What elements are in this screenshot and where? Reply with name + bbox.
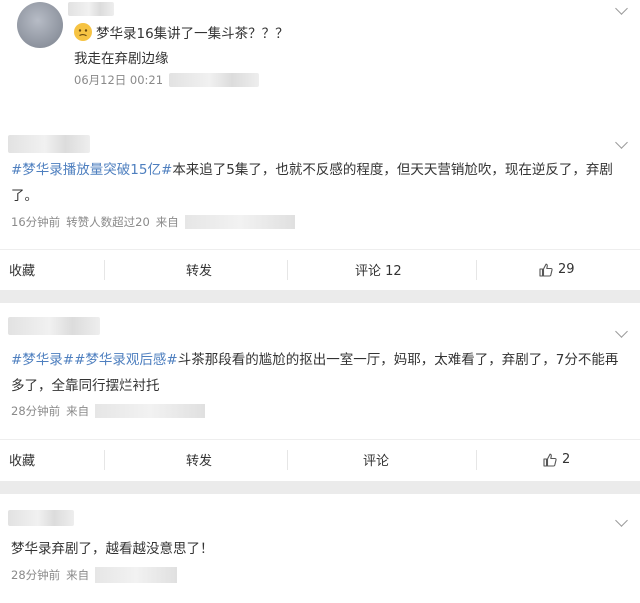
comment-time: 28分钟前 — [11, 568, 61, 582]
post-line-2: 我走在弃剧边缘 — [74, 51, 169, 67]
like-button[interactable]: 2 — [542, 452, 570, 468]
repost-button[interactable]: 转发 — [186, 260, 212, 279]
divider — [104, 260, 105, 280]
comment-card-2: #梦华录##梦华录观后感#斗茶那段看的尴尬的抠出一室一厅，妈耶，太难看了，弃剧了… — [0, 303, 640, 481]
source-blurred — [95, 404, 206, 418]
comment-card-3: 梦华录弃剧了，越看越没意思了！ 28分钟前 来自 — [0, 494, 640, 603]
source-blurred — [95, 567, 178, 583]
divider — [476, 260, 477, 280]
repost-button[interactable]: 转发 — [186, 450, 212, 469]
comment-button[interactable]: 评论 12 — [355, 260, 402, 279]
thumbs-up-icon — [539, 263, 553, 277]
divider — [476, 450, 477, 470]
favorite-button[interactable]: 收藏 — [9, 260, 35, 279]
like-button[interactable]: 29 — [538, 262, 575, 278]
avatar[interactable] — [17, 2, 63, 48]
comment-label: 评论 — [363, 454, 390, 469]
favorite-label: 收藏 — [9, 454, 36, 469]
hashtag-link[interactable]: #梦华录##梦华录观后感# — [11, 352, 178, 368]
comment-time: 28分钟前 — [11, 404, 61, 418]
chevron-down-icon[interactable] — [615, 136, 628, 149]
repost-label: 转发 — [186, 264, 213, 279]
chevron-down-icon[interactable] — [615, 2, 628, 15]
source-blurred — [184, 215, 295, 229]
comment-meta: 16分钟前 转赞人数超过20 来自 — [11, 214, 301, 230]
divider — [104, 450, 105, 470]
comment-text: 梦华录弃剧了，越看越没意思了！ — [11, 541, 214, 557]
thumbs-up-icon — [543, 453, 557, 467]
comment-label: 评论 12 — [355, 264, 402, 279]
like-count: 29 — [558, 262, 575, 277]
comment-card-1: #梦华录播放量突破15亿#本来追了5集了，也就不反感的程度，但天天营销尬吹，现在… — [0, 128, 640, 290]
post-line-1: 梦华录16集讲了一集斗茶？？？ — [96, 26, 289, 42]
favorite-button[interactable]: 收藏 — [9, 450, 35, 469]
hashtag-link[interactable]: #梦华录播放量突破15亿# — [11, 162, 172, 178]
chevron-down-icon[interactable] — [615, 325, 628, 338]
action-bar: 收藏 转发 评论 12 29 — [0, 249, 640, 289]
comment-meta: 28分钟前 来自 — [11, 567, 183, 583]
favorite-label: 收藏 — [9, 264, 36, 279]
from-label: 来自 — [66, 568, 90, 582]
username-blurred[interactable] — [68, 2, 114, 16]
action-bar: 收藏 转发 评论 2 — [0, 439, 640, 479]
comment-time: 16分钟前 — [11, 215, 61, 229]
top-post-card: 梦华录16集讲了一集斗茶？？？ 我走在弃剧边缘 06月12日 00:21 — [0, 0, 640, 128]
comment-body: #梦华录播放量突破15亿#本来追了5集了，也就不反感的程度，但天天营销尬吹，现在… — [11, 157, 631, 209]
comment-meta: 28分钟前 来自 — [11, 403, 211, 419]
confused-face-icon — [74, 23, 92, 41]
username-blurred[interactable] — [8, 317, 100, 335]
comment-body: #梦华录##梦华录观后感#斗茶那段看的尴尬的抠出一室一厅，妈耶，太难看了，弃剧了… — [11, 347, 631, 399]
from-label: 来自 — [66, 404, 90, 418]
comment-button[interactable]: 评论 — [363, 450, 389, 469]
username-blurred[interactable] — [8, 135, 90, 153]
username-blurred[interactable] — [8, 510, 74, 526]
repost-note: 转赞人数超过20 — [66, 215, 150, 229]
repost-label: 转发 — [186, 454, 213, 469]
like-count: 2 — [562, 452, 571, 467]
source-blurred — [169, 73, 260, 87]
divider — [287, 260, 288, 280]
comment-body: 梦华录弃剧了，越看越没意思了！ — [11, 536, 631, 562]
from-label: 来自 — [155, 215, 179, 229]
post-date: 06月12日 00:21 — [74, 73, 164, 87]
chevron-down-icon[interactable] — [615, 514, 628, 527]
divider — [287, 450, 288, 470]
